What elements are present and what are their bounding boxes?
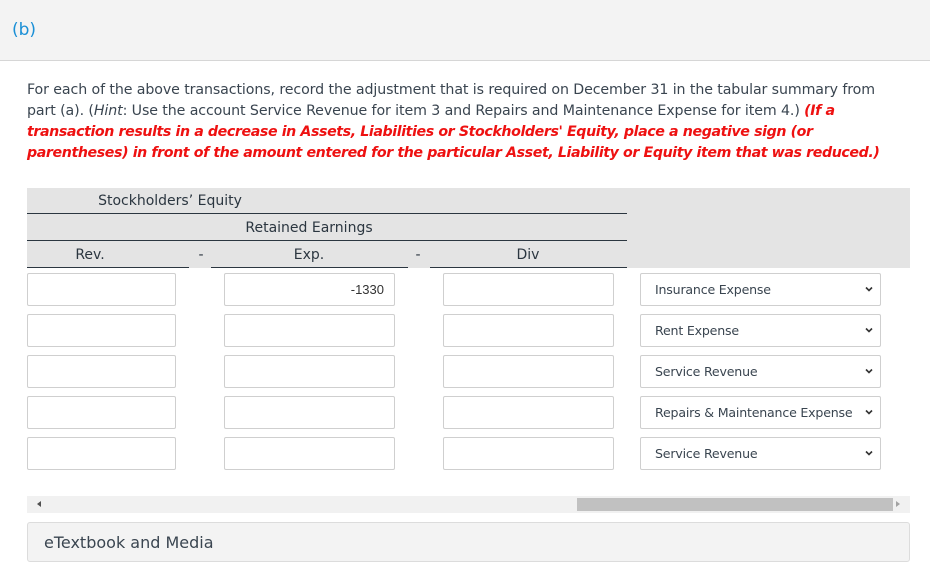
exp-input[interactable] [224, 355, 395, 388]
hint-label: Hint [93, 103, 123, 119]
exp-input[interactable] [224, 396, 395, 429]
div-input[interactable] [443, 355, 614, 388]
column-rule [211, 267, 408, 268]
rev-column-header: Rev. [75, 247, 105, 263]
chevron-down-icon [865, 368, 873, 374]
instructions-text-2: : Use the account Service Revenue for it… [122, 103, 805, 119]
retained-earnings-header: Retained Earnings [245, 220, 373, 236]
exp-input[interactable] [224, 314, 395, 347]
account-select-value: Repairs & Maintenance Expense [655, 405, 853, 420]
column-rule [430, 267, 627, 268]
column-rule [27, 267, 189, 268]
rev-input[interactable] [27, 314, 176, 347]
rev-input[interactable] [27, 273, 176, 306]
div-input[interactable] [443, 396, 614, 429]
rev-input[interactable] [27, 437, 176, 470]
chevron-down-icon [865, 450, 873, 456]
account-select[interactable]: Service Revenue [640, 437, 881, 470]
account-select[interactable]: Repairs & Maintenance Expense [640, 396, 881, 429]
account-select-value: Insurance Expense [655, 282, 771, 297]
rev-input[interactable] [27, 396, 176, 429]
header-rule [27, 240, 627, 241]
table-header: Stockholders’ Equity Retained Earnings R… [27, 188, 910, 268]
horizontal-scrollbar[interactable] [27, 496, 910, 513]
part-label: (b) [12, 20, 37, 40]
minus-operator: - [198, 247, 204, 263]
exp-input[interactable] [224, 437, 395, 470]
scroll-right-arrow-icon[interactable] [896, 501, 900, 507]
chevron-down-icon [865, 409, 873, 415]
div-input[interactable] [443, 273, 614, 306]
header-rule [27, 213, 627, 214]
account-select-value: Service Revenue [655, 446, 758, 461]
account-select[interactable]: Service Revenue [640, 355, 881, 388]
account-select-value: Rent Expense [655, 323, 739, 338]
part-header: (b) [0, 0, 930, 61]
rev-input[interactable] [27, 355, 176, 388]
div-column-header: Div [516, 247, 540, 263]
scroll-left-arrow-icon[interactable] [37, 501, 41, 507]
div-input[interactable] [443, 437, 614, 470]
etextbook-media-panel[interactable]: eTextbook and Media [27, 522, 910, 562]
account-select-value: Service Revenue [655, 364, 758, 379]
instructions: For each of the above transactions, reco… [27, 80, 902, 164]
chevron-down-icon [865, 327, 873, 333]
stockholders-equity-header: Stockholders’ Equity [98, 193, 242, 209]
account-select[interactable]: Insurance Expense [640, 273, 881, 306]
exp-input[interactable] [224, 273, 395, 306]
etextbook-media-label: eTextbook and Media [44, 533, 214, 552]
div-input[interactable] [443, 314, 614, 347]
chevron-down-icon [865, 286, 873, 292]
exp-column-header: Exp. [293, 247, 325, 263]
account-select[interactable]: Rent Expense [640, 314, 881, 347]
minus-operator: - [415, 247, 421, 263]
scrollbar-thumb[interactable] [577, 498, 893, 511]
